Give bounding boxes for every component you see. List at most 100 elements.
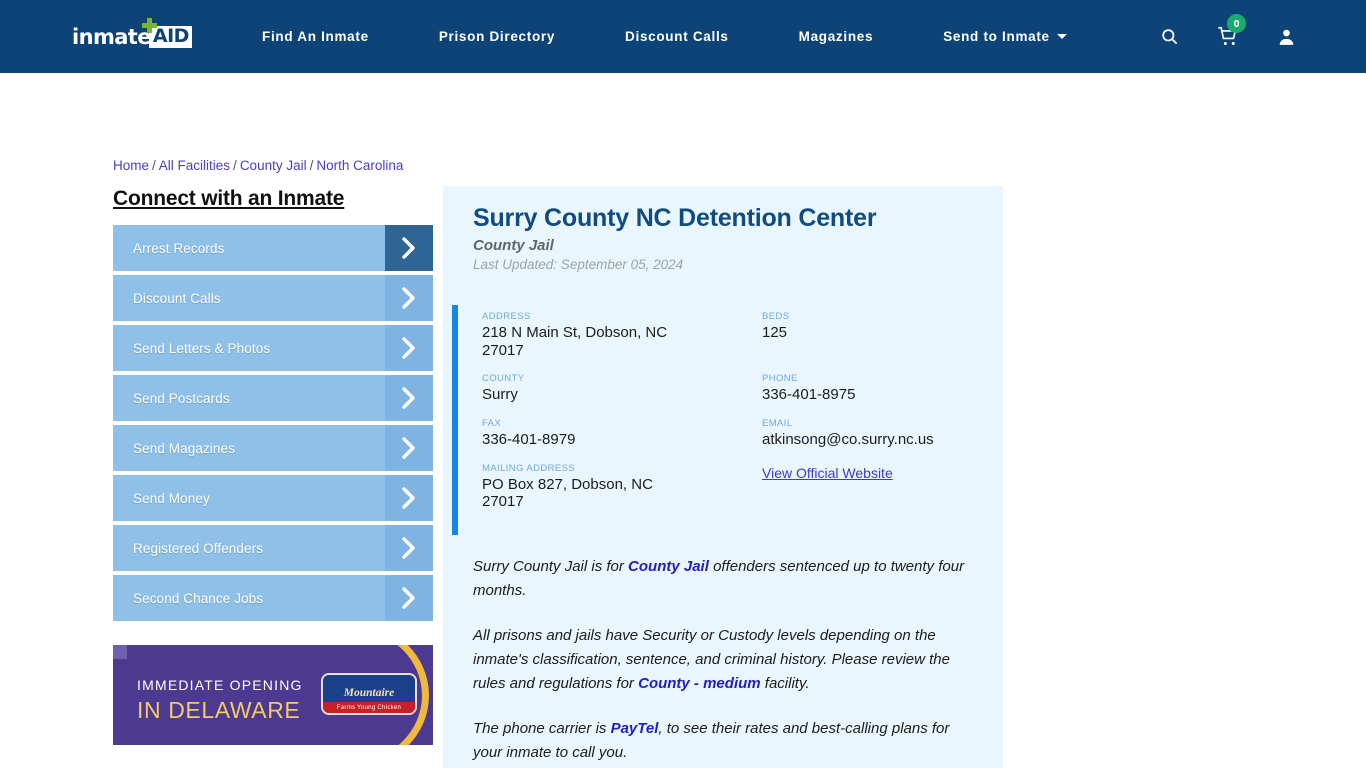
p3-text-a: The phone carrier is: [473, 719, 611, 737]
sidebar-item-send-magazines[interactable]: Send Magazines: [113, 425, 433, 471]
field-mailing-address: MAILING ADDRESS PO Box 827, Dobson, NC 2…: [482, 463, 762, 511]
view-official-website-link[interactable]: View Official Website: [762, 465, 893, 481]
description-paragraph-1: Surry County Jail is for County Jail off…: [473, 555, 973, 604]
sidebar-item-registered-offenders[interactable]: Registered Offenders: [113, 525, 433, 571]
sidebar-item-label: Arrest Records: [133, 240, 225, 256]
ad-logo-top-stripe: [323, 675, 415, 684]
logo-word: inmate: [72, 24, 151, 49]
field-value: 336-401-8975: [762, 386, 856, 404]
breadcrumb: Home / All Facilities / County Jail / North Ca…: [113, 158, 403, 173]
sidebar-item-send-postcards[interactable]: Send Postcards: [113, 375, 433, 421]
green-plus-icon: [141, 18, 157, 34]
field-address: ADDRESS 218 N Main St, Dobson, NC 27017: [482, 311, 762, 359]
facility-header: Surry County NC Detention Center County …: [443, 186, 1003, 272]
sidebar-item-label: Send Money: [133, 490, 210, 506]
breadcrumb-item-home[interactable]: Home: [113, 158, 149, 173]
breadcrumb-item-north-carolina[interactable]: North Carolina: [316, 158, 403, 173]
sidebar-item-send-letters-photos[interactable]: Send Letters & Photos: [113, 325, 433, 371]
field-value: 336-401-8979: [482, 431, 576, 449]
field-email: EMAIL atkinsong@co.surry.nc.us: [762, 418, 1003, 449]
chevron-right-icon: [385, 475, 433, 521]
p1-highlight: County Jail: [628, 558, 709, 576]
breadcrumb-separator: /: [152, 158, 156, 173]
sidebar-item-label: Registered Offenders: [133, 540, 264, 556]
field-value: PO Box 827, Dobson, NC 27017: [482, 475, 653, 511]
sidebar-item-label: Send Magazines: [133, 440, 235, 456]
field-value: Surry: [482, 386, 518, 404]
field-label: EMAIL: [762, 418, 793, 430]
cart-count-badge: 0: [1227, 14, 1246, 33]
nav-item-magazines[interactable]: Magazines: [799, 29, 874, 44]
header-icon-group: 0: [1160, 0, 1296, 73]
sidebar-item-second-chance-jobs[interactable]: Second Chance Jobs: [113, 575, 433, 621]
sidebar-heading: Connect with an Inmate: [113, 187, 345, 210]
field-official-website: View Official Website: [762, 463, 1003, 511]
site-header: inmate AID Find An Inmate Prison Directo…: [0, 0, 1366, 73]
sidebar-item-label: Send Letters & Photos: [133, 340, 271, 356]
ad-corner-decoration: [113, 645, 127, 659]
ad-headline-2: IN DELAWARE: [137, 697, 301, 723]
breadcrumb-separator: /: [309, 158, 314, 173]
sidebar-ad-banner[interactable]: IMMEDIATE OPENING IN DELAWARE Mountaire …: [113, 645, 433, 745]
ad-logo-tagline: Farms Young Chicken: [323, 702, 415, 713]
nav-label: Find An Inmate: [262, 29, 369, 44]
field-label: BEDS: [762, 311, 790, 322]
facility-card: Surry County NC Detention Center County …: [443, 186, 1003, 768]
nav-item-discount-calls[interactable]: Discount Calls: [625, 29, 729, 44]
nav-item-prison-directory[interactable]: Prison Directory: [439, 29, 555, 44]
sidebar: Connect with an Inmate Arrest Records Di…: [113, 187, 433, 625]
nav-label: Magazines: [798, 29, 874, 44]
mountaire-farms-logo: Mountaire Farms Young Chicken: [321, 673, 417, 715]
main-navigation: Find An Inmate Prison Directory Discount…: [262, 0, 1067, 73]
p1-text-a: Surry County Jail is for: [473, 558, 629, 576]
nav-item-find-an-inmate[interactable]: Find An Inmate: [262, 29, 369, 44]
last-updated-text: Last Updated: September 05, 2024: [473, 257, 684, 272]
field-label: FAX: [482, 418, 502, 430]
shopping-cart-icon[interactable]: 0: [1217, 14, 1246, 47]
search-icon[interactable]: [1160, 27, 1179, 46]
sidebar-item-label: Send Postcards: [133, 390, 230, 406]
sidebar-item-arrest-records[interactable]: Arrest Records: [113, 225, 433, 271]
facility-info-block: ADDRESS 218 N Main St, Dobson, NC 27017 …: [452, 305, 1003, 536]
field-county: COUNTY Surry: [482, 373, 762, 404]
field-value: 125: [762, 324, 788, 341]
facility-type: County Jail: [473, 237, 554, 254]
breadcrumb-item-county-jail[interactable]: County Jail: [240, 158, 307, 173]
sidebar-item-label: Second Chance Jobs: [133, 590, 264, 606]
logo-aid-badge: AID: [141, 18, 192, 48]
field-phone: PHONE 336-401-8975: [762, 373, 1003, 404]
page-body: Home / All Facilities / County Jail / North Ca…: [0, 73, 1366, 768]
chevron-right-icon: [385, 525, 433, 571]
description-paragraph-3: The phone carrier is PayTel, to see thei…: [473, 717, 973, 766]
ad-logo-brand: Mountaire: [323, 684, 415, 702]
user-account-icon[interactable]: [1277, 27, 1296, 47]
p2-highlight: County - medium: [638, 675, 761, 693]
facility-description: Surry County Jail is for County Jail off…: [443, 535, 1003, 768]
site-logo[interactable]: inmate AID: [72, 18, 192, 50]
chevron-right-icon: [385, 425, 433, 471]
breadcrumb-separator: /: [233, 158, 237, 173]
breadcrumb-item-all-facilities[interactable]: All Facilities: [159, 158, 230, 173]
chevron-right-icon: [385, 575, 433, 621]
field-label: PHONE: [762, 373, 798, 385]
field-value: atkinsong@co.surry.nc.us: [762, 431, 934, 449]
field-label: MAILING ADDRESS: [482, 462, 576, 474]
chevron-right-icon: [385, 225, 433, 271]
chevron-down-icon: [1056, 34, 1067, 39]
nav-label: Send to Inmate: [943, 29, 1050, 44]
field-label: COUNTY: [482, 373, 525, 385]
nav-label: Discount Calls: [625, 29, 729, 44]
ad-headline-1: IMMEDIATE OPENING: [137, 677, 303, 693]
page-title: Surry County NC Detention Center: [473, 204, 877, 232]
nav-label: Prison Directory: [438, 29, 556, 44]
p2-text-c: facility.: [760, 675, 810, 693]
chevron-right-icon: [385, 325, 433, 371]
p3-highlight: PayTel: [610, 719, 659, 737]
chevron-right-icon: [385, 375, 433, 421]
chevron-right-icon: [385, 275, 433, 321]
sidebar-item-send-money[interactable]: Send Money: [113, 475, 433, 521]
field-beds: BEDS 125: [762, 311, 1003, 359]
nav-item-send-to-inmate[interactable]: Send to Inmate: [943, 29, 1067, 44]
sidebar-item-label: Discount Calls: [133, 290, 221, 306]
sidebar-item-discount-calls[interactable]: Discount Calls: [113, 275, 433, 321]
